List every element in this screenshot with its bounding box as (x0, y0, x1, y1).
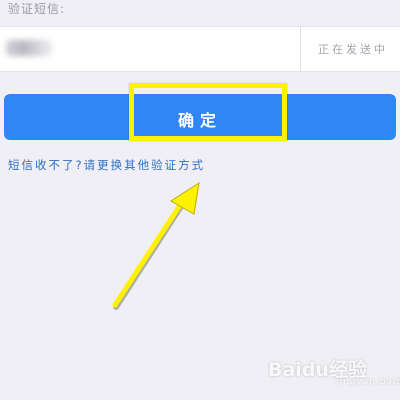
watermark-url: jingyan.baidu.com (336, 377, 400, 387)
sending-status: 正在发送中 (318, 43, 388, 56)
blurred-code-value (6, 40, 52, 56)
verification-screen: 验证短信: 正在发送中 确定 短信收不了?请更换其他验证方式 Baidu经验 j… (0, 0, 400, 400)
sms-code-label: 验证短信: (8, 2, 66, 16)
change-verification-method-link[interactable]: 短信收不了?请更换其他验证方式 (8, 157, 205, 173)
sms-code-row: 正在发送中 (0, 26, 400, 72)
baidu-watermark: Baidu经验 jingyan.baidu.com (268, 345, 400, 393)
highlight-annotation-box (129, 83, 287, 141)
code-row-divider (300, 27, 301, 71)
